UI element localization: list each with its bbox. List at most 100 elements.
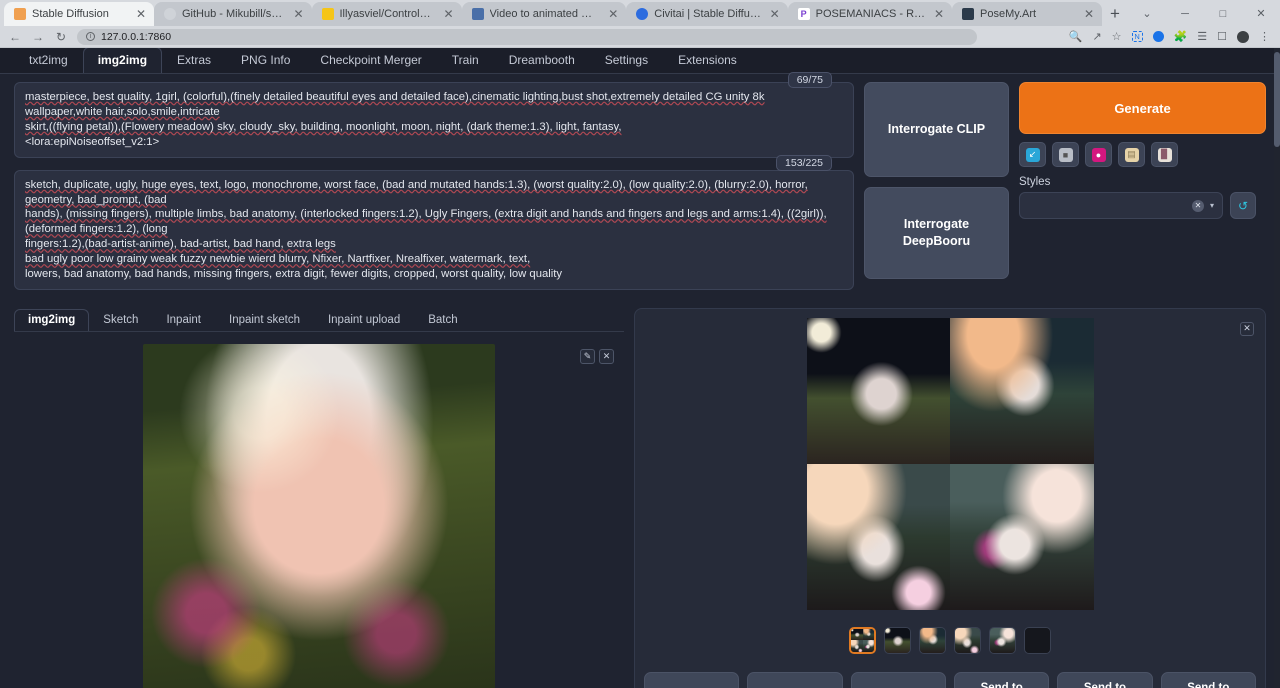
gallery-thumbnail[interactable] [919,627,946,654]
subtab-inpaint-upload[interactable]: Inpaint upload [314,309,414,331]
gallery-thumbnail[interactable] [989,627,1016,654]
refresh-pink-icon[interactable]: ● [1085,142,1112,167]
subtab-inpaint[interactable]: Inpaint [152,309,215,331]
address-bar[interactable]: i 127.0.0.1:7860 [77,29,977,45]
sidepanel-icon[interactable]: ☐ [1217,30,1227,43]
styles-dropdown[interactable]: ✕ ▾ [1019,192,1223,219]
tab-close-icon[interactable]: ✕ [134,7,148,21]
zip-button[interactable]: Zip [851,672,946,688]
tab-txt2img[interactable]: txt2img [14,48,83,73]
open-folder-button[interactable]: 📁 [644,672,739,688]
remove-image-icon[interactable]: ✕ [599,349,614,364]
interrogate-deepbooru-button[interactable]: Interrogate DeepBooru [864,187,1009,279]
subtab-inpaint-sketch[interactable]: Inpaint sketch [215,309,314,331]
gallery-thumbnail-strip [644,627,1256,654]
gallery-cell[interactable] [807,464,951,610]
edit-pencil-icon[interactable]: ✎ [580,349,595,364]
window-maximize-icon[interactable]: □ [1204,2,1242,26]
page-scrollbar[interactable] [1274,48,1280,688]
send-to-img2img-button[interactable]: Send to img2img [954,672,1049,688]
browser-tab[interactable]: P POSEMANIACS - Royalty free 3 ✕ [788,2,952,26]
forward-icon[interactable]: → [31,30,45,44]
back-icon[interactable]: ← [8,30,22,44]
tab-close-icon[interactable]: ✕ [768,7,782,21]
gallery-thumbnail[interactable] [954,627,981,654]
site-info-icon[interactable]: i [86,32,95,41]
reload-icon[interactable]: ↻ [54,30,68,44]
tab-close-icon[interactable]: ✕ [291,7,305,21]
browser-tab[interactable]: Stable Diffusion ✕ [4,2,154,26]
gallery-thumbnail[interactable] [884,627,911,654]
tab-close-icon[interactable]: ✕ [606,7,620,21]
browser-tab[interactable]: Illyasviel/ControlNet at main ✕ [312,2,462,26]
notion-extension-icon[interactable]: N [1132,31,1143,42]
prompt-line-2: skirt,((flying petal)),(Flowery meadow) … [25,121,621,133]
profile-avatar[interactable] [1237,31,1249,43]
img2img-sub-tab-bar: img2img Sketch Inpaint Inpaint sketch In… [14,308,624,332]
zoom-icon[interactable]: 🔍 [1069,30,1083,43]
gallery-thumbnail[interactable] [1024,627,1051,654]
tab-extras[interactable]: Extras [162,48,226,73]
browser-tab[interactable]: GitHub - Mikubill/sd-webui-con ✕ [154,2,312,26]
tab-extensions[interactable]: Extensions [663,48,752,73]
send-to-inpaint-button[interactable]: Send to inpaint [1057,672,1152,688]
chevron-down-icon[interactable]: ▾ [1210,201,1214,210]
send-img2img-line1: Send to [981,682,1023,688]
source-image[interactable] [143,344,495,688]
stable-diffusion-webui: txt2img img2img Extras PNG Info Checkpoi… [0,48,1280,688]
prompt-input[interactable]: masterpiece, best quality, 1girl, (color… [14,82,854,158]
trash-dotted-icon[interactable]: ■ [1052,142,1079,167]
star-icon[interactable]: ☆ [1112,30,1122,43]
tab-dreambooth[interactable]: Dreambooth [494,48,590,73]
interrogate-deepbooru-line2: DeepBooru [903,234,970,248]
new-tab-button[interactable]: + [1102,4,1128,26]
tab-img2img[interactable]: img2img [83,48,162,73]
tab-close-icon[interactable]: ✕ [932,7,946,21]
prompt-line-3: <lora:epiNoiseoffset_v2:1> [25,136,159,148]
interrogate-clip-button[interactable]: Interrogate CLIP [864,82,1009,177]
gallery-cell[interactable] [950,318,1094,464]
subtab-img2img[interactable]: img2img [14,309,89,331]
window-menu-icon[interactable]: ⌄ [1128,2,1166,26]
styles-clear-icon[interactable]: ✕ [1192,200,1204,212]
browser-tab[interactable]: Video to animated GIF converter ✕ [462,2,627,26]
browser-tab[interactable]: Civitai | Stable Diffusion models ✕ [626,2,787,26]
gallery-cell[interactable] [807,318,951,464]
tab-checkpoint-merger[interactable]: Checkpoint Merger [305,48,436,73]
puzzle-icon[interactable]: 🧩 [1174,30,1188,43]
negative-prompt-input[interactable]: sketch, duplicate, ugly, huge eyes, text… [14,170,854,290]
image-tool-row: ✎ ✕ [580,349,614,364]
tab-train[interactable]: Train [437,48,494,73]
styles-refresh-button[interactable]: ↺ [1230,192,1256,219]
gallery-thumbnail[interactable] [849,627,876,654]
tab-title: PoseMy.Art [980,8,1076,20]
tab-close-icon[interactable]: ✕ [1082,7,1096,21]
negative-line-4: bad ugly poor low grainy weak fuzzy newb… [25,253,530,265]
tab-settings[interactable]: Settings [590,48,663,73]
extension-circle-icon[interactable] [1153,31,1164,42]
gallery-cell[interactable] [950,464,1094,610]
negative-line-1: sketch, duplicate, ugly, huge eyes, text… [25,179,808,206]
send-to-extras-button[interactable]: Send to extras [1161,672,1256,688]
window-controls: ⌄ ─ □ ✕ [1128,2,1280,26]
menu-icon[interactable]: ⋮ [1259,30,1270,43]
output-button-row: 📁 Save Zip Send to img2img Send to inpai… [644,672,1256,688]
tab-png-info[interactable]: PNG Info [226,48,305,73]
browser-tab-strip: Stable Diffusion ✕ GitHub - Mikubill/sd-… [0,0,1280,26]
save-style-icon[interactable]: ▉ [1151,142,1178,167]
clipboard-icon[interactable]: ▤ [1118,142,1145,167]
reading-list-icon[interactable]: ☰ [1197,30,1207,43]
window-minimize-icon[interactable]: ─ [1166,2,1204,26]
browser-tab[interactable]: PoseMy.Art ✕ [952,2,1102,26]
share-icon[interactable]: ↗ [1092,30,1101,43]
paste-arrow-icon[interactable]: ↙ [1019,142,1046,167]
close-gallery-icon[interactable]: ✕ [1240,322,1254,336]
subtab-sketch[interactable]: Sketch [89,309,152,331]
window-close-icon[interactable]: ✕ [1242,2,1280,26]
scrollbar-thumb[interactable] [1274,52,1280,147]
subtab-batch[interactable]: Batch [414,309,471,331]
tab-close-icon[interactable]: ✕ [441,7,455,21]
generate-button[interactable]: Generate [1019,82,1266,134]
gallery-grid-image[interactable] [807,318,1094,610]
save-button[interactable]: Save [747,672,842,688]
